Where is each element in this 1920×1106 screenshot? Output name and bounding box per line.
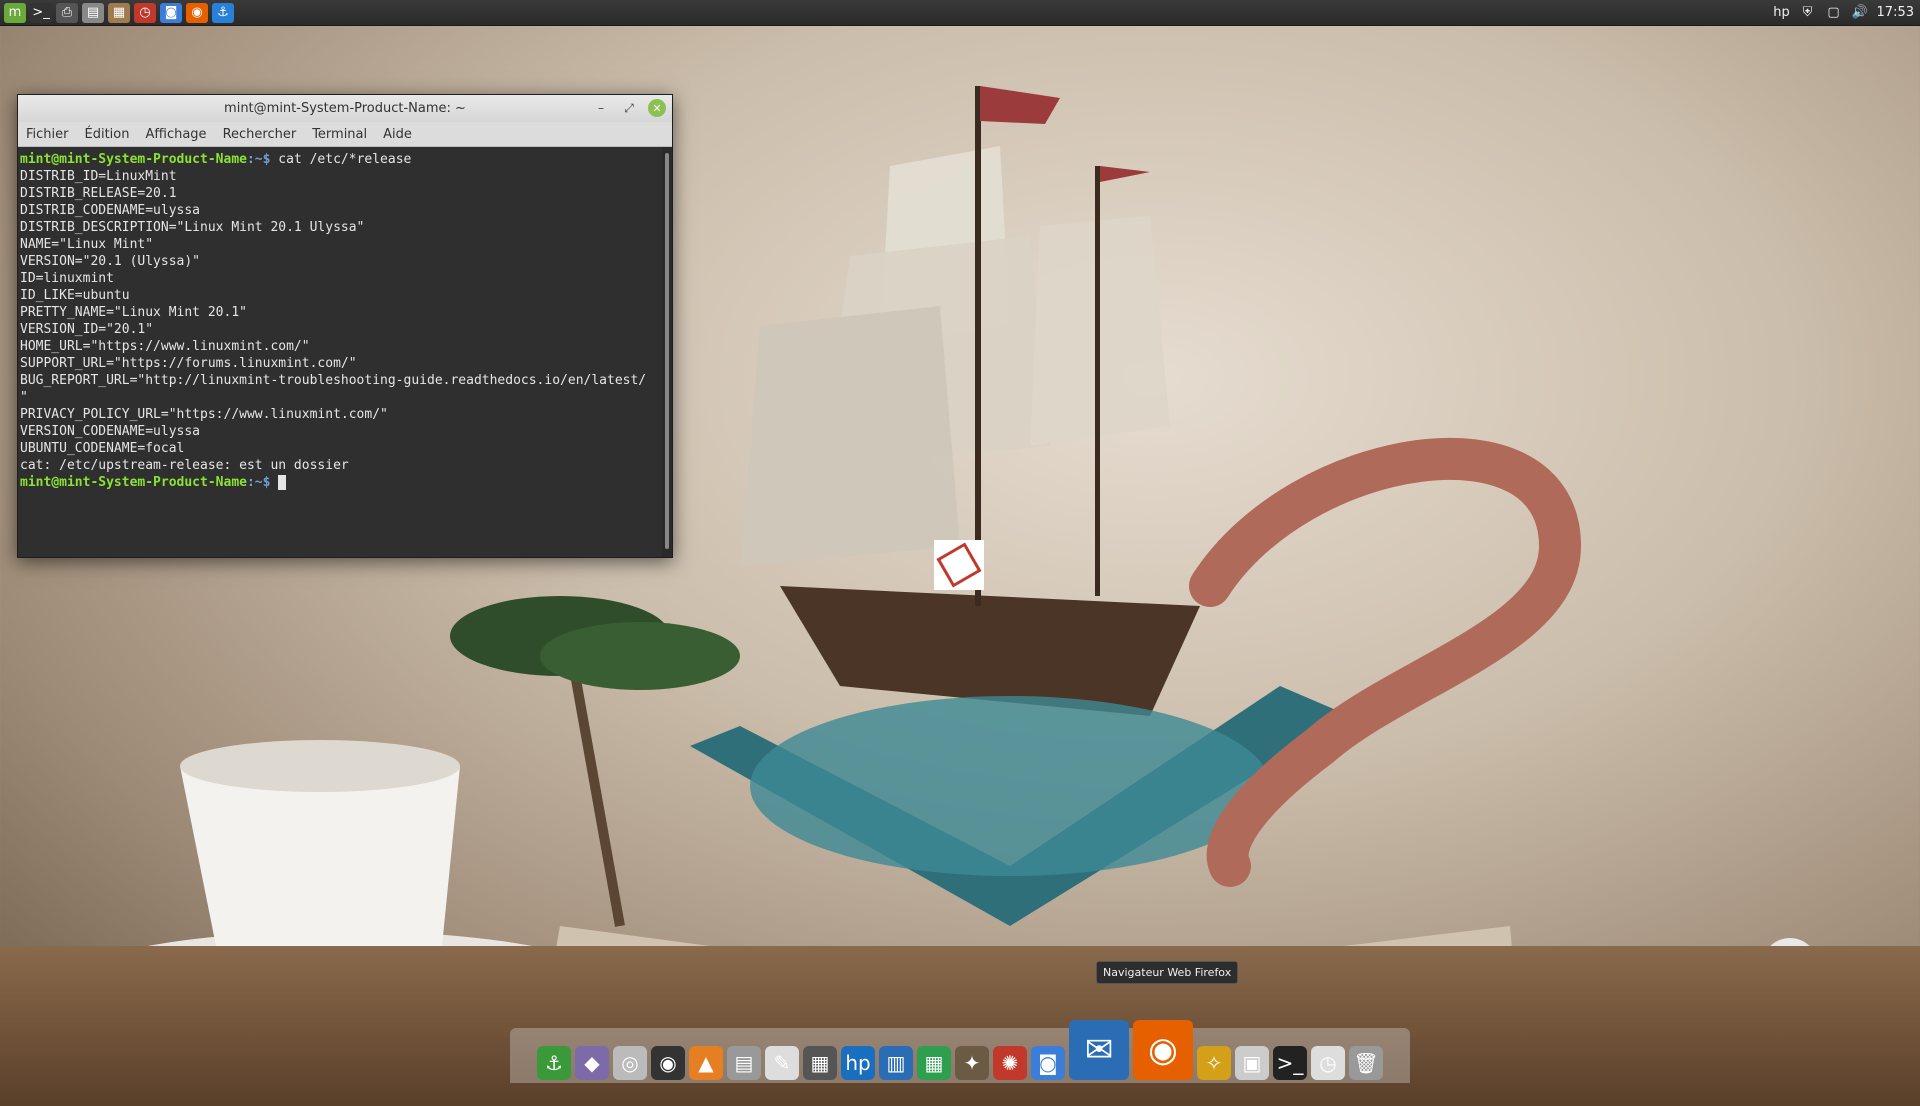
dock-hp-icon[interactable]: hp — [841, 1046, 875, 1080]
terminal-menubar: Fichier Édition Affichage Rechercher Termina… — [18, 122, 672, 147]
current-prompt-line: mint@mint-System-Product-Name:~$ — [20, 474, 660, 491]
output-line: VERSION_ID="20.1" — [20, 322, 154, 337]
window-titlebar[interactable]: mint@mint-System-Product-Name: ~ – ⤢ ✕ — [18, 95, 672, 122]
output-line: cat: /etc/upstream-release: est un dossi… — [20, 458, 349, 473]
dock: ⚓ ◆ ◎ ◉ ▲ ▤ ✎ ▦ hp ▥ ▦ ✦ ✺ ◙ ✉ ◉ ✧ ▣ >_ ◷ 🗑 — [510, 1020, 1410, 1083]
command-output: DISTRIB_ID=LinuxMint DISTRIB_RELEASE=20.1… — [20, 168, 660, 474]
terminal-icon[interactable]: >_ — [30, 2, 52, 23]
printer-icon[interactable]: ⎙ — [56, 2, 78, 23]
dock-firefox-icon[interactable]: ◉ — [1133, 1020, 1193, 1080]
dock-cleaner-icon[interactable]: ✧ — [1197, 1046, 1231, 1080]
dock-screenshot-icon[interactable]: ◙ — [1031, 1046, 1065, 1080]
dock-terminal-icon[interactable]: >_ — [1273, 1046, 1307, 1080]
panel-launchers: m >_ ⎙ ▤ ▦ ◷ ◙ ◉ ⚓ — [0, 0, 234, 25]
menu-fichier[interactable]: Fichier — [26, 127, 69, 142]
mint-menu-icon[interactable]: m — [4, 2, 26, 23]
final-prompt-path: :~$ — [246, 475, 279, 490]
output-line: DISTRIB_ID=LinuxMint — [20, 169, 177, 184]
menu-terminal[interactable]: Terminal — [312, 127, 367, 142]
window-title: mint@mint-System-Product-Name: ~ — [224, 101, 466, 116]
dock-calculator-icon[interactable]: ▦ — [803, 1046, 837, 1080]
dock-clock-icon[interactable]: ◷ — [1311, 1046, 1345, 1080]
output-line: VERSION="20.1 (Ulyssa)" — [20, 254, 201, 269]
timeshift-icon[interactable]: ◷ — [134, 2, 156, 23]
terminal-scrollbar[interactable] — [662, 147, 672, 557]
top-panel: m >_ ⎙ ▤ ▦ ◷ ◙ ◉ ⚓ hp ⛨ ▢ 🔊 17:53 — [0, 0, 1920, 26]
dock-disc-icon[interactable]: ◎ — [613, 1046, 647, 1080]
output-line: BUG_REPORT_URL="http://linuxmint-trouble… — [20, 373, 647, 388]
dock-calc-sheet-icon[interactable]: ▦ — [917, 1046, 951, 1080]
scrollbar-thumb[interactable] — [665, 153, 669, 549]
output-line: DISTRIB_CODENAME=ulyssa — [20, 203, 201, 218]
dock-thunderbird-icon[interactable]: ✉ — [1069, 1020, 1129, 1080]
dock-trash-icon[interactable]: 🗑 — [1349, 1046, 1383, 1080]
volume-icon[interactable]: 🔊 — [1851, 3, 1869, 23]
menu-aide[interactable]: Aide — [383, 127, 412, 142]
text-cursor — [278, 475, 287, 490]
dock-gimp-icon[interactable]: ✦ — [955, 1046, 989, 1080]
output-line: UBUNTU_CODENAME=focal — [20, 441, 185, 456]
menu-affichage[interactable]: Affichage — [145, 127, 206, 142]
dock-archive-icon[interactable]: ▣ — [1235, 1046, 1269, 1080]
output-line: ID_LIKE=ubuntu — [20, 288, 130, 303]
clock[interactable]: 17:53 — [1877, 5, 1914, 20]
dock-anchor-icon[interactable]: ⚓ — [537, 1046, 571, 1080]
system-tray: hp ⛨ ▢ 🔊 17:53 — [1773, 0, 1920, 25]
anchor-icon[interactable]: ⚓ — [212, 2, 234, 23]
maximize-button[interactable]: ⤢ — [620, 99, 638, 117]
command-line: mint@mint-System-Product-Name:~$ cat /et… — [20, 151, 660, 168]
archive-icon[interactable]: ▦ — [108, 2, 130, 23]
output-line: DISTRIB_RELEASE=20.1 — [20, 186, 177, 201]
dock-vlc-icon[interactable]: ▲ — [689, 1046, 723, 1080]
output-line: HOME_URL="https://www.linuxmint.com/" — [20, 339, 310, 354]
screenshot-icon[interactable]: ◙ — [160, 2, 182, 23]
final-prompt-user: mint@mint-System-Product-Name — [20, 475, 247, 490]
firefox-tooltip: Navigateur Web Firefox — [1096, 961, 1239, 984]
tray-icons: hp ⛨ ▢ 🔊 — [1773, 3, 1877, 23]
files-icon[interactable]: ▤ — [82, 2, 104, 23]
close-button[interactable]: ✕ — [648, 99, 666, 117]
terminal-window[interactable]: mint@mint-System-Product-Name: ~ – ⤢ ✕ F… — [17, 94, 673, 558]
minimize-button[interactable]: – — [592, 99, 610, 117]
shield-icon[interactable]: ⛨ — [1799, 3, 1817, 23]
dock-files-icon[interactable]: ▤ — [727, 1046, 761, 1080]
window-controls: – ⤢ ✕ — [592, 99, 666, 117]
output-line: ID=linuxmint — [20, 271, 114, 286]
prompt-path: :~$ — [246, 152, 279, 167]
output-line: SUPPORT_URL="https://forums.linuxmint.co… — [20, 356, 357, 371]
command-text: cat /etc/*release — [278, 152, 412, 167]
dock-diamond-icon[interactable]: ◆ — [575, 1046, 609, 1080]
output-line: " — [20, 390, 28, 405]
dock-speaker-icon[interactable]: ◉ — [651, 1046, 685, 1080]
dock-writer-icon[interactable]: ▥ — [879, 1046, 913, 1080]
firefox-icon[interactable]: ◉ — [186, 2, 208, 23]
output-line: PRETTY_NAME="Linux Mint 20.1" — [20, 305, 247, 320]
notifications-icon[interactable]: ▢ — [1825, 3, 1843, 23]
menu-rechercher[interactable]: Rechercher — [223, 127, 297, 142]
output-line: DISTRIB_DESCRIPTION="Linux Mint 20.1 Uly… — [20, 220, 365, 235]
dock-color-wheel-icon[interactable]: ✺ — [993, 1046, 1027, 1080]
prompt-user: mint@mint-System-Product-Name — [20, 152, 247, 167]
output-line: NAME="Linux Mint" — [20, 237, 154, 252]
output-line: VERSION_CODENAME=ulyssa — [20, 424, 201, 439]
hp-icon[interactable]: hp — [1773, 3, 1791, 23]
menu-edition[interactable]: Édition — [85, 127, 130, 142]
output-line: PRIVACY_POLICY_URL="https://www.linuxmin… — [20, 407, 388, 422]
terminal-output[interactable]: mint@mint-System-Product-Name:~$ cat /et… — [18, 147, 662, 557]
dock-text-editor-icon[interactable]: ✎ — [765, 1046, 799, 1080]
